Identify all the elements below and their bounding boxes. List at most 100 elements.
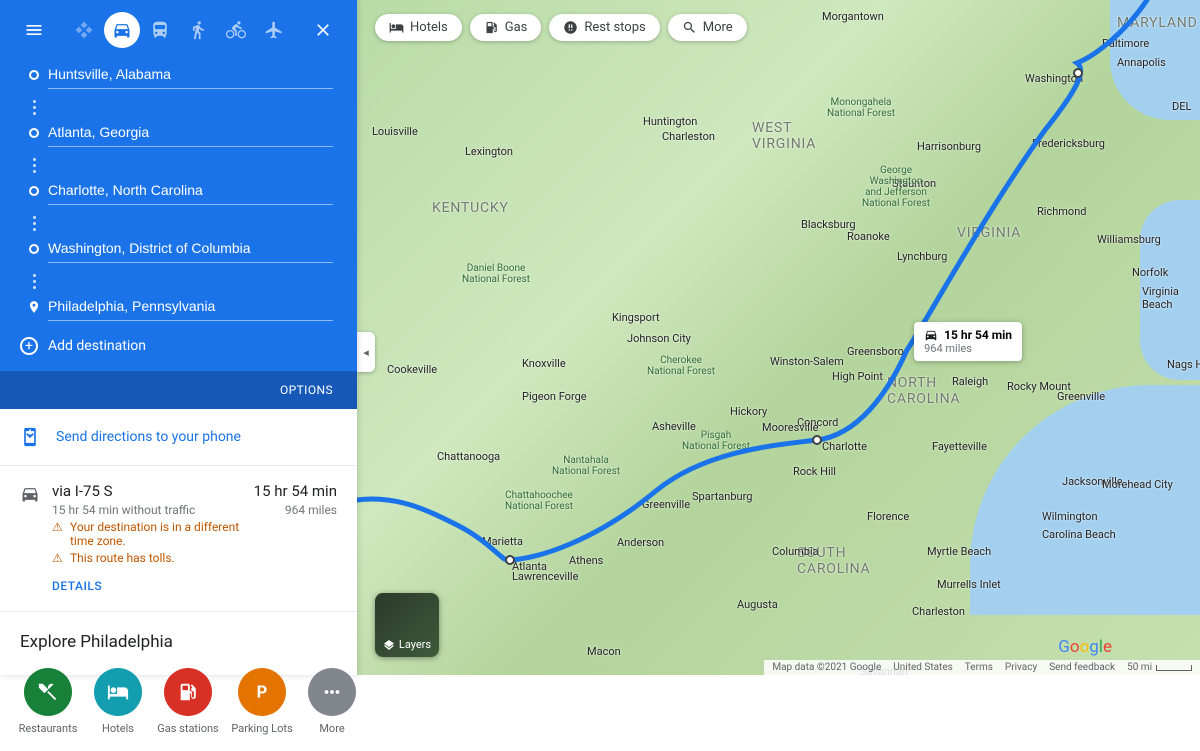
explore-label: More — [319, 722, 344, 735]
route-details-button[interactable]: DETAILS — [52, 579, 337, 593]
waypoint-row-2 — [20, 176, 333, 205]
route-options-button[interactable]: OPTIONS — [0, 371, 357, 409]
search-icon — [682, 20, 697, 35]
tooltip-duration: 15 hr 54 min — [944, 328, 1012, 342]
map-label: Greenville — [642, 498, 690, 511]
map-footer: Map data ©2021 Google United States Term… — [764, 660, 1200, 675]
explore-restaurant-button[interactable]: Restaurants — [20, 668, 76, 735]
map-label: Fayetteville — [932, 440, 987, 453]
explore-parking-button[interactable]: PParking Lots — [234, 668, 290, 735]
travel-mode-row — [8, 12, 349, 52]
map-label: Charlotte — [822, 440, 867, 453]
map-label: Morehead City — [1102, 478, 1173, 491]
map-label: Myrtle Beach — [927, 545, 991, 558]
explore-section: Explore Philadelphia Restaurants Hotels Ga… — [0, 612, 357, 751]
map-label: Morgantown — [822, 10, 884, 23]
close-directions-button[interactable] — [305, 12, 341, 48]
route-tooltip[interactable]: 15 hr 54 min 964 miles — [914, 322, 1022, 361]
map-label: Huntington — [643, 115, 697, 128]
map-label: NORTH CAROLINA — [887, 375, 961, 407]
map-label: Roanoke — [847, 230, 890, 243]
send-to-phone-label: Send directions to your phone — [56, 429, 241, 445]
map-canvas[interactable]: Hotels Gas Rest stops More ◂ Layers 15 hr 5… — [357, 0, 1200, 675]
mode-walk-icon[interactable] — [180, 12, 216, 48]
chip-label: Gas — [505, 20, 528, 35]
map-label: Daniel Boone National Forest — [462, 263, 530, 285]
map-label: MARYLAND — [1117, 15, 1198, 31]
route-summary-card[interactable]: via I-75 S 15 hr 54 min without traffic … — [0, 466, 357, 612]
explore-hotel-button[interactable]: Hotels — [94, 668, 142, 735]
map-label: Cherokee National Forest — [647, 355, 715, 377]
directions-sidebar: + Add destination OPTIONS Send direction… — [0, 0, 357, 675]
hotel-icon — [389, 20, 404, 35]
waypoint-row-3 — [20, 234, 333, 263]
waypoint-input-0[interactable] — [48, 60, 333, 89]
footer-country[interactable]: United States — [893, 662, 953, 673]
map-label: Lynchburg — [897, 250, 947, 263]
send-to-phone-button[interactable]: Send directions to your phone — [0, 409, 357, 466]
map-label: Murrells Inlet — [937, 578, 1001, 591]
gas-icon — [484, 20, 499, 35]
map-label: Raleigh — [952, 375, 988, 388]
waypoint-input-1[interactable] — [48, 118, 333, 147]
map-label: George Washington and Jefferson National… — [862, 165, 930, 209]
map-label: Greensboro — [847, 345, 904, 358]
explore-label: Gas stations — [157, 722, 218, 735]
map-label: Kingsport — [612, 311, 660, 324]
mode-transit-icon[interactable] — [142, 12, 178, 48]
waypoint-marker-charlotte[interactable] — [812, 435, 822, 445]
waypoint-row-0 — [20, 60, 333, 89]
chip-label: More — [703, 20, 733, 35]
explore-gas-button[interactable]: Gas stations — [160, 668, 216, 735]
explore-label: Parking Lots — [231, 722, 292, 735]
map-label: Williamsburg — [1097, 233, 1161, 246]
layers-button[interactable]: Layers — [375, 593, 439, 657]
waypoint-marker-washington[interactable] — [1073, 68, 1083, 78]
map-label: Cookeville — [387, 363, 437, 376]
footer-attribution: Map data ©2021 Google — [772, 662, 881, 673]
chip-search[interactable]: More — [668, 14, 747, 41]
mode-fly-icon[interactable] — [256, 12, 292, 48]
route-via: via I-75 S — [52, 482, 242, 500]
footer-privacy[interactable]: Privacy — [1005, 662, 1037, 673]
map-label: Blacksburg — [801, 218, 856, 231]
map-label: Charleston — [912, 605, 965, 618]
map-label: Mooresville — [762, 421, 818, 434]
map-label: Columbia — [772, 545, 819, 558]
map-label: Monongahela National Forest — [827, 97, 895, 119]
waypoint-row-1 — [20, 118, 333, 147]
waypoint-circle-icon — [29, 186, 39, 196]
waypoint-input-3[interactable] — [48, 234, 333, 263]
map-label: Spartanburg — [692, 490, 752, 503]
waypoint-marker-atlanta[interactable] — [505, 555, 515, 565]
mode-bike-icon[interactable] — [218, 12, 254, 48]
destination-pin-icon — [27, 299, 41, 315]
explore-more-button[interactable]: More — [308, 668, 356, 735]
mode-best-icon[interactable] — [66, 12, 102, 48]
chip-label: Rest stops — [584, 20, 645, 35]
send-to-phone-icon — [20, 427, 40, 447]
add-destination-button[interactable]: + Add destination — [8, 329, 349, 355]
scale-indicator[interactable]: 50 mi — [1127, 662, 1192, 673]
map-label: High Point — [832, 370, 883, 383]
route-warning-tolls: ⚠This route has tolls. — [52, 551, 242, 565]
waypoint-input-4[interactable] — [48, 292, 333, 321]
restaurant-icon — [24, 668, 72, 716]
map-label: Hickory — [730, 405, 767, 418]
chip-gas[interactable]: Gas — [470, 14, 542, 41]
mode-drive-icon[interactable] — [104, 12, 140, 48]
collapse-sidebar-button[interactable]: ◂ — [357, 332, 375, 372]
map-label: WEST VIRGINIA — [752, 120, 816, 152]
chip-rest[interactable]: Rest stops — [549, 14, 659, 41]
explore-title: Explore Philadelphia — [20, 632, 337, 652]
map-label: Louisville — [372, 125, 418, 138]
waypoint-input-2[interactable] — [48, 176, 333, 205]
menu-button[interactable] — [16, 12, 52, 48]
chip-hotel[interactable]: Hotels — [375, 14, 462, 41]
map-label: Chattanooga — [437, 450, 500, 463]
waypoint-circle-icon — [29, 70, 39, 80]
hotel-icon — [94, 668, 142, 716]
footer-feedback[interactable]: Send feedback — [1049, 662, 1115, 673]
footer-terms[interactable]: Terms — [965, 662, 993, 673]
map-label: VIRGINIA — [957, 225, 1021, 241]
